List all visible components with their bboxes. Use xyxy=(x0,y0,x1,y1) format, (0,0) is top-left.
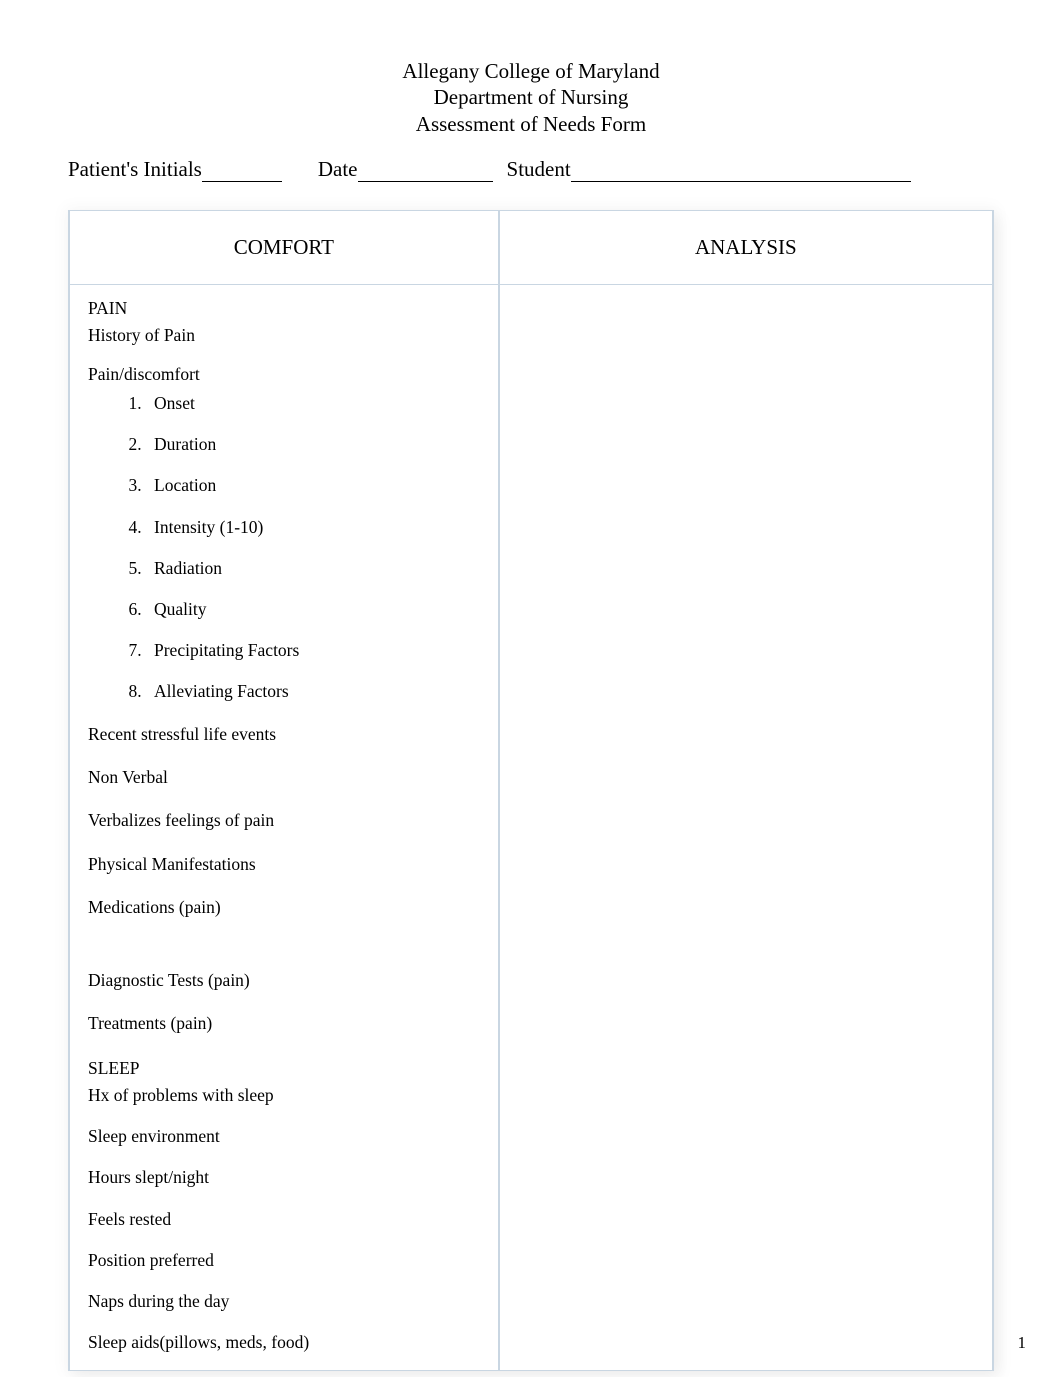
page-number: 1 xyxy=(1018,1333,1027,1353)
diagnostic-tests-pain: Diagnostic Tests (pain) xyxy=(88,967,480,994)
pd-item-alleviating: Alleviating Factors xyxy=(146,678,480,705)
sleep-environment: Sleep environment xyxy=(88,1123,480,1150)
sleep-aids: Sleep aids(pillows, meds, food) xyxy=(88,1329,480,1356)
pain-discomfort-label: Pain/discomfort xyxy=(88,361,480,388)
pd-item-location: Location xyxy=(146,472,480,499)
header-line-3: Assessment of Needs Form xyxy=(68,111,994,137)
table-header-row: COMFORT ANALYSIS xyxy=(69,210,993,284)
recent-stress: Recent stressful life events xyxy=(88,721,480,748)
col-header-comfort: COMFORT xyxy=(69,210,499,284)
hx-sleep: Hx of problems with sleep xyxy=(88,1082,480,1109)
treatments-pain: Treatments (pain) xyxy=(88,1010,480,1037)
col-header-analysis: ANALYSIS xyxy=(499,210,993,284)
date-blank[interactable] xyxy=(358,160,493,182)
naps-during-day: Naps during the day xyxy=(88,1288,480,1315)
pd-item-quality: Quality xyxy=(146,596,480,623)
patient-initials-label: Patient's Initials xyxy=(68,157,202,182)
assessment-table: COMFORT ANALYSIS PAIN History of Pain Pa… xyxy=(68,210,994,1371)
physical-manifestations: Physical Manifestations xyxy=(88,851,480,878)
medications-pain: Medications (pain) xyxy=(88,894,480,921)
pd-item-intensity: Intensity (1-10) xyxy=(146,514,480,541)
assessment-table-wrap: COMFORT ANALYSIS PAIN History of Pain Pa… xyxy=(68,210,994,1371)
non-verbal: Non Verbal xyxy=(88,764,480,791)
position-preferred: Position preferred xyxy=(88,1247,480,1274)
comfort-cell: PAIN History of Pain Pain/discomfort Ons… xyxy=(69,284,499,1370)
patient-initials-blank[interactable] xyxy=(202,160,282,182)
document-header: Allegany College of Maryland Department … xyxy=(68,58,994,137)
verbalizes-pain: Verbalizes feelings of pain xyxy=(88,807,480,834)
pain-discomfort-list: Onset Duration Location Intensity (1-10)… xyxy=(88,390,480,705)
pd-item-radiation: Radiation xyxy=(146,555,480,582)
history-of-pain: History of Pain xyxy=(88,322,480,349)
feels-rested: Feels rested xyxy=(88,1206,480,1233)
pd-item-onset: Onset xyxy=(146,390,480,417)
date-label: Date xyxy=(318,157,358,182)
analysis-cell[interactable] xyxy=(499,284,993,1370)
table-row: PAIN History of Pain Pain/discomfort Ons… xyxy=(69,284,993,1370)
student-blank[interactable] xyxy=(571,160,911,182)
patient-initials-field: Patient's Initials xyxy=(68,157,282,182)
pd-item-duration: Duration xyxy=(146,431,480,458)
sleep-section: SLEEP Hx of problems with sleep Sleep en… xyxy=(88,1055,480,1356)
header-line-2: Department of Nursing xyxy=(68,84,994,110)
student-field: Student xyxy=(507,157,911,182)
hours-slept: Hours slept/night xyxy=(88,1164,480,1191)
student-label: Student xyxy=(507,157,571,182)
date-field: Date xyxy=(318,157,493,182)
pd-item-precipitating: Precipitating Factors xyxy=(146,637,480,664)
sleep-heading: SLEEP xyxy=(88,1055,480,1082)
header-line-1: Allegany College of Maryland xyxy=(68,58,994,84)
meta-row: Patient's Initials Date Student xyxy=(68,157,994,182)
pain-heading: PAIN xyxy=(88,295,480,322)
page: Allegany College of Maryland Department … xyxy=(0,0,1062,1377)
